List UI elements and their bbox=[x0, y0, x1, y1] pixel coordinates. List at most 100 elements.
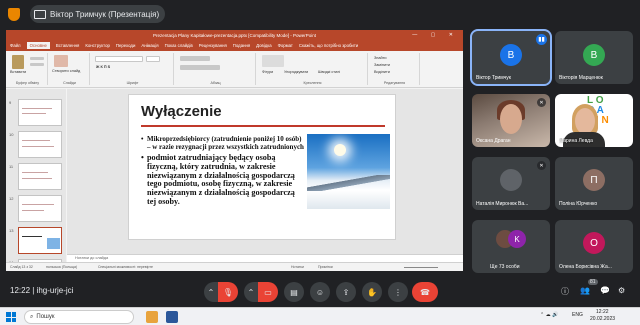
language-status[interactable]: польська (Польща) bbox=[46, 265, 77, 269]
quick-styles-button[interactable]: Швидкі стилі bbox=[318, 70, 340, 74]
mic-off-button[interactable]: 🎙 bbox=[218, 282, 238, 302]
slide-thumbnail[interactable]: 11 bbox=[9, 163, 62, 190]
search-placeholder: Пошук bbox=[36, 314, 55, 320]
slide-number: 13 bbox=[9, 228, 14, 233]
participant-tile-video[interactable]: L OC AF I N Марина Левда bbox=[555, 94, 633, 147]
participants-count-badge: 81 bbox=[588, 279, 598, 285]
find-button[interactable]: Знайти bbox=[374, 56, 386, 60]
font-name-dropdown[interactable] bbox=[95, 56, 143, 62]
slide-number: 10 bbox=[9, 132, 14, 137]
people-icon[interactable]: 👥 bbox=[580, 286, 590, 295]
menu-animations[interactable]: Анімація bbox=[141, 43, 158, 48]
slide-thumbnail[interactable]: 10 bbox=[9, 131, 62, 158]
notes-pane[interactable]: Нотатки до слайда bbox=[67, 254, 463, 262]
slide-thumbnail-selected[interactable]: 13 bbox=[9, 227, 62, 254]
participant-name: Віктор Тримчук bbox=[476, 75, 511, 81]
font-size-dropdown[interactable] bbox=[146, 56, 160, 62]
menu-review[interactable]: Рецензування bbox=[199, 43, 227, 48]
meeting-clock: 12:22 bbox=[10, 286, 31, 295]
taskbar-clock[interactable]: 12:22 bbox=[596, 309, 609, 315]
bullet-item: • Mikroprzedsiębiorcy (zatrudnienie poni… bbox=[141, 135, 305, 151]
comments-button[interactable]: Примітки bbox=[318, 265, 333, 269]
menu-insert[interactable]: Вставлення bbox=[56, 43, 79, 48]
cut-icon[interactable] bbox=[30, 57, 44, 60]
participant-face bbox=[500, 104, 522, 134]
monitor-icon bbox=[34, 9, 46, 19]
camera-off-button[interactable]: ▭ bbox=[258, 282, 278, 302]
menu-view[interactable]: Подання bbox=[233, 43, 250, 48]
menu-format[interactable]: Формат bbox=[278, 43, 293, 48]
thumb-line bbox=[22, 113, 46, 114]
select-button[interactable]: Виділити bbox=[374, 70, 390, 74]
activities-icon[interactable]: ⚙ bbox=[618, 286, 625, 295]
avatar: О bbox=[583, 232, 605, 254]
bullet-icon: • bbox=[141, 153, 144, 162]
bold-icon[interactable]: Ж К П S bbox=[96, 65, 110, 69]
bullet-text: podmiot zatrudniający będący osobą fizyc… bbox=[147, 153, 295, 206]
group-label: Шрифт bbox=[126, 81, 139, 85]
info-icon[interactable]: ⓘ bbox=[561, 286, 569, 297]
menu-design[interactable]: Конструктор bbox=[85, 43, 110, 48]
slide-title: Wyłączenie bbox=[141, 103, 222, 120]
participant-tile[interactable]: В Вікторія Марценюк bbox=[555, 31, 633, 84]
replace-button[interactable]: Замінити bbox=[374, 63, 390, 67]
menu-tell-me[interactable]: Скажіть, що потрібно зробити bbox=[299, 43, 358, 48]
align-icon[interactable] bbox=[180, 65, 220, 70]
captions-button[interactable]: ▤ bbox=[284, 282, 304, 302]
shapes-button[interactable]: Фігури bbox=[262, 70, 273, 74]
current-slide[interactable]: Wyłączenie • Mikroprzedsiębiorcy (zatrud… bbox=[128, 94, 396, 240]
menu-slideshow[interactable]: Показ слайдів bbox=[165, 43, 193, 48]
participant-name: Поліна Юрченко bbox=[559, 201, 598, 207]
ppt-menu-bar: Файл Основне Вставлення Конструктор Пере… bbox=[6, 40, 463, 51]
file-explorer-icon[interactable] bbox=[146, 311, 158, 323]
paste-button[interactable]: Вставити bbox=[10, 70, 26, 74]
participant-name: Марина Левда bbox=[559, 138, 593, 144]
menu-home[interactable]: Основне bbox=[26, 42, 50, 49]
menu-transitions[interactable]: Переходи bbox=[116, 43, 135, 48]
participant-tile[interactable]: П Поліна Юрченко bbox=[555, 157, 633, 210]
participant-tile-video[interactable]: ✕ Оксана Драган bbox=[472, 94, 550, 147]
more-participants-label: Ще 73 особи bbox=[490, 264, 520, 270]
more-participants-tile[interactable]: K Ще 73 особи bbox=[472, 220, 550, 273]
ppt-ribbon: Вставити Буфер обміну Створити слайд Сла… bbox=[6, 51, 463, 88]
tray-icons[interactable]: ⌃ ☁ 🔊 bbox=[540, 312, 558, 318]
new-slide-icon bbox=[54, 55, 68, 67]
windows-start-icon[interactable] bbox=[6, 312, 16, 322]
presentation-pill[interactable]: Віктор Тримчук (Презентація) bbox=[30, 5, 166, 23]
shield-icon bbox=[8, 8, 20, 21]
slide-thumbnail[interactable]: 12 bbox=[9, 195, 62, 222]
camera-options-chevron-icon[interactable]: ⌃ bbox=[244, 282, 258, 302]
new-slide-button[interactable]: Створити слайд bbox=[52, 69, 80, 73]
menu-help[interactable]: Довідка bbox=[256, 43, 271, 48]
taskbar-search[interactable]: ⌕ Пошук bbox=[24, 310, 134, 324]
group-label: Слайди bbox=[63, 81, 76, 85]
zoom-slider[interactable] bbox=[404, 267, 438, 268]
emoji-button[interactable]: ☺ bbox=[310, 282, 330, 302]
more-options-button[interactable]: ⋮ bbox=[388, 282, 408, 302]
ppt-status-bar: Слайд 13 з 32 польська (Польща) Спеціаль… bbox=[6, 262, 463, 271]
notes-button[interactable]: Нотатки bbox=[291, 265, 304, 269]
chat-icon[interactable]: 💬 bbox=[600, 286, 610, 295]
thumb-line bbox=[22, 108, 52, 109]
participant-name: Оксана Драган bbox=[476, 138, 511, 144]
leave-call-button[interactable]: ☎ bbox=[412, 282, 438, 302]
participant-tile[interactable]: ✕ Наталія Миронюк Ва... bbox=[472, 157, 550, 210]
copy-icon[interactable] bbox=[30, 63, 44, 66]
participant-tile[interactable]: О Олена Борисівна Жа... bbox=[555, 220, 633, 273]
avatar bbox=[500, 169, 522, 191]
slide-thumbnail[interactable]: 9 bbox=[9, 99, 62, 126]
taskbar-date[interactable]: 20.02.2023 bbox=[590, 316, 615, 322]
word-icon[interactable] bbox=[166, 311, 178, 323]
list-icon[interactable] bbox=[180, 56, 210, 61]
raise-hand-button[interactable]: ✋ bbox=[362, 282, 382, 302]
mountain-shape bbox=[307, 175, 390, 191]
shapes-gallery-icon[interactable] bbox=[262, 55, 284, 67]
arrange-button[interactable]: Упорядкувати bbox=[284, 70, 308, 74]
accessibility-status[interactable]: Спеціальні можливості: перевірте bbox=[98, 265, 153, 269]
menu-file[interactable]: Файл bbox=[10, 43, 21, 48]
bullet-icon: • bbox=[141, 135, 144, 143]
mic-options-chevron-icon[interactable]: ⌃ bbox=[204, 282, 218, 302]
participant-tile[interactable]: В ▮▮ Віктор Тримчук bbox=[470, 29, 552, 86]
present-button[interactable]: ⇪ bbox=[336, 282, 356, 302]
language-indicator[interactable]: ENG bbox=[572, 312, 583, 318]
